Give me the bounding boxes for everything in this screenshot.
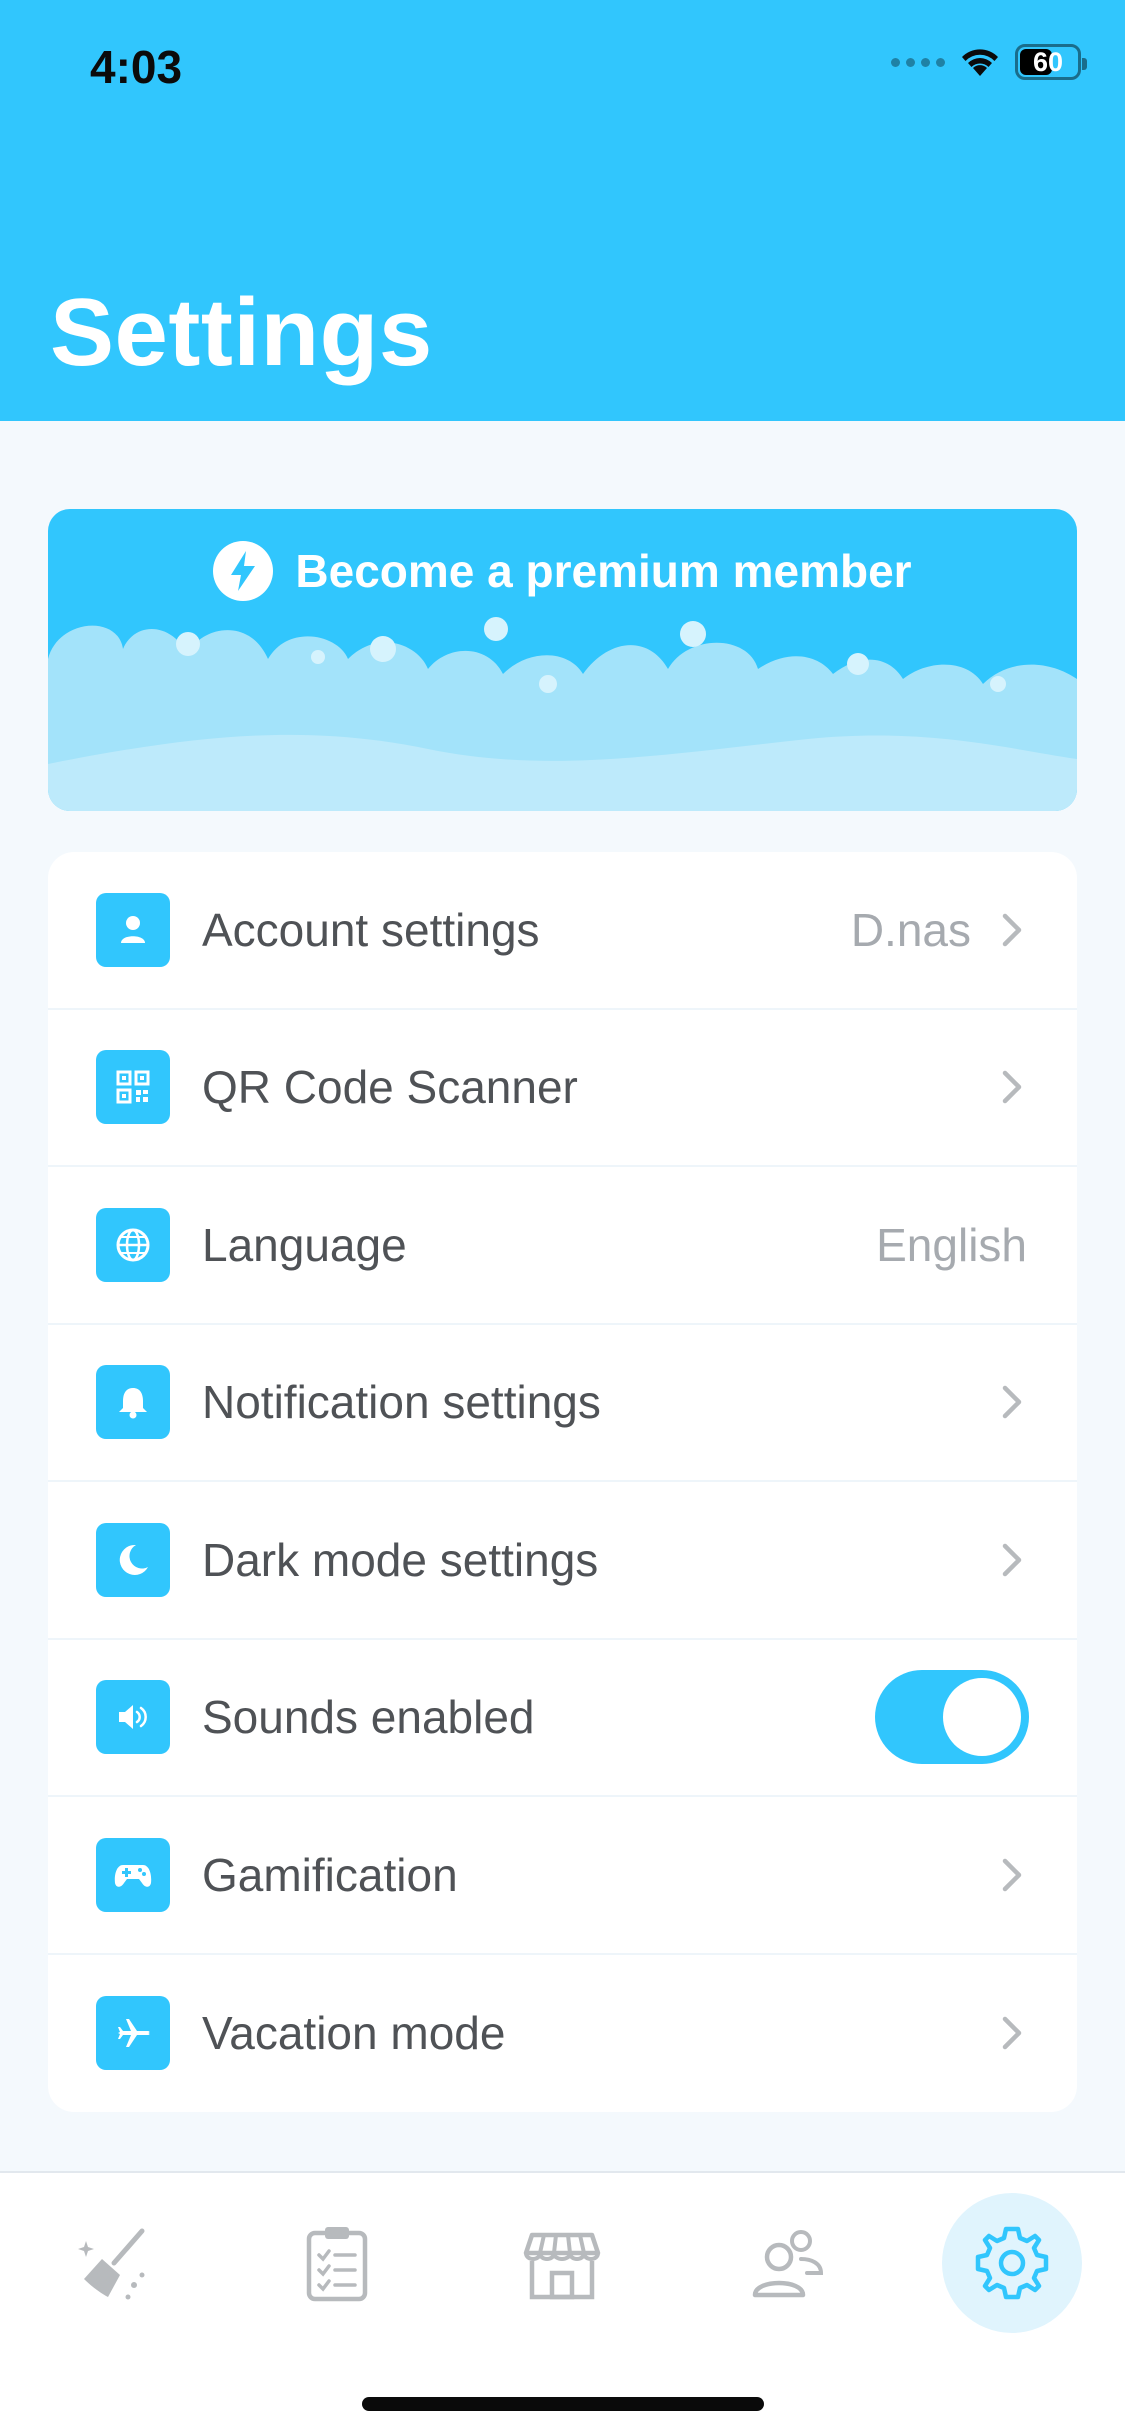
chevron-right-icon <box>995 1065 1029 1109</box>
header: 4:03 60 Settings <box>0 0 1125 421</box>
person-icon <box>96 892 170 967</box>
row-label: Notification settings <box>202 1376 601 1429</box>
settings-list: Account settings D.nas QR Code Scanner L… <box>48 852 1077 2112</box>
speaker-icon <box>96 1680 170 1755</box>
settings-row-account[interactable]: Account settings D.nas <box>48 852 1077 1010</box>
status-icons: 60 <box>891 44 1087 80</box>
moon-icon <box>96 1522 170 1597</box>
store-icon <box>523 2232 601 2300</box>
qr-code-icon <box>96 1050 170 1125</box>
row-label: Sounds enabled <box>202 1691 535 1744</box>
tab-store[interactable] <box>492 2193 632 2333</box>
cellular-signal-icon <box>891 57 945 67</box>
sounds-toggle[interactable] <box>875 1670 1029 1765</box>
settings-row-vacation[interactable]: Vacation mode <box>48 1955 1077 2113</box>
chevron-right-icon <box>995 1853 1029 1897</box>
chevron-right-icon <box>995 908 1029 952</box>
settings-row-dark-mode[interactable]: Dark mode settings <box>48 1482 1077 1640</box>
settings-row-gamification[interactable]: Gamification <box>48 1797 1077 1955</box>
page-title: Settings <box>50 279 433 386</box>
account-username: D.nas <box>850 903 971 956</box>
row-label: Dark mode settings <box>202 1533 599 1586</box>
row-label: Vacation mode <box>202 2007 506 2060</box>
wifi-icon <box>962 49 998 76</box>
row-label: Language <box>202 1218 407 1271</box>
chevron-right-icon <box>995 1380 1029 1424</box>
broom-icon <box>78 2228 145 2300</box>
globe-icon <box>96 1207 170 1282</box>
tab-settings[interactable] <box>942 2193 1082 2333</box>
users-icon <box>752 2230 824 2298</box>
gear-icon <box>975 2226 1049 2300</box>
settings-row-language[interactable]: Language English <box>48 1167 1077 1325</box>
settings-row-notifications[interactable]: Notification settings <box>48 1325 1077 1482</box>
chevron-right-icon <box>995 1538 1029 1582</box>
status-time: 4:03 <box>90 41 183 93</box>
row-label: Gamification <box>202 1848 458 1901</box>
battery-percentage: 60 <box>1032 46 1064 77</box>
toggle-knob <box>943 1678 1021 1757</box>
premium-label: Become a premium member <box>295 545 912 597</box>
clipboard-checklist-icon <box>306 2227 368 2302</box>
tab-cleaning[interactable] <box>42 2193 182 2333</box>
premium-row: Become a premium member <box>48 541 1077 601</box>
airplane-icon <box>96 1996 170 2071</box>
settings-row-qr-scanner[interactable]: QR Code Scanner <box>48 1010 1077 1167</box>
bell-icon <box>96 1365 170 1440</box>
chevron-right-icon <box>995 2011 1029 2055</box>
battery-icon: 60 <box>1015 44 1087 80</box>
gamepad-icon <box>96 1837 170 1912</box>
selected-language: English <box>876 1218 1027 1271</box>
premium-banner[interactable]: Become a premium member <box>48 509 1077 811</box>
home-indicator <box>362 2397 764 2411</box>
settings-row-sounds[interactable]: Sounds enabled <box>48 1640 1077 1797</box>
tab-tasks[interactable] <box>267 2193 407 2333</box>
lightning-bolt-icon <box>213 541 274 601</box>
row-label: Account settings <box>202 903 540 956</box>
row-label: QR Code Scanner <box>202 1061 578 1114</box>
tab-members[interactable] <box>717 2193 857 2333</box>
